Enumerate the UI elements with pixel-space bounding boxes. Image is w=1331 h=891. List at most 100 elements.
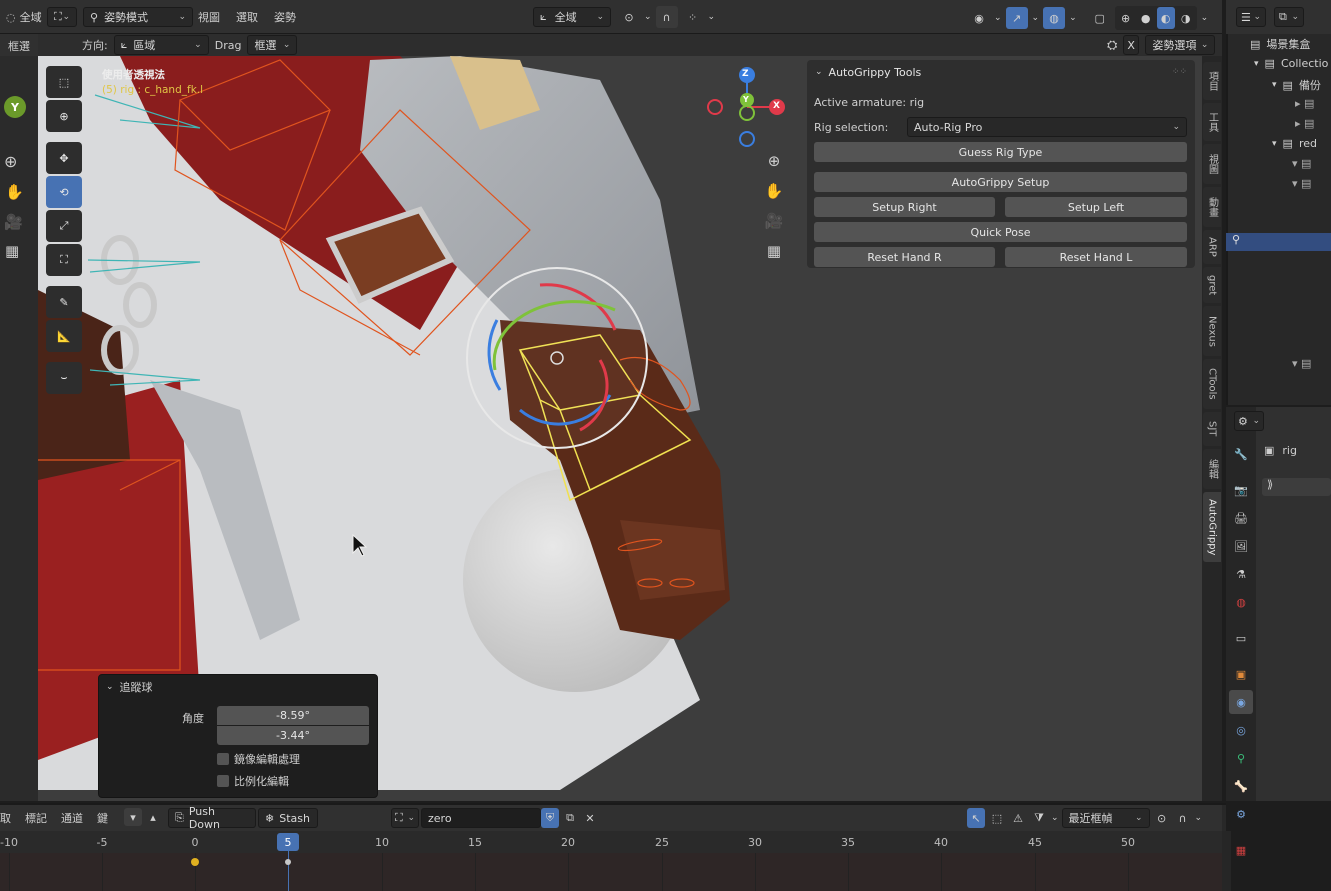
bone-properties-icon[interactable]: 🦴 xyxy=(1229,774,1253,798)
texture-properties-icon[interactable]: ▦ xyxy=(1229,838,1253,862)
solid-shading-icon[interactable]: ● xyxy=(1137,7,1155,29)
outliner-item[interactable]: ▾ ▤ Collectio xyxy=(1254,57,1328,70)
menu-view[interactable]: 視圖 xyxy=(198,9,220,25)
push-down-button[interactable]: ⎘ Push Down xyxy=(168,805,256,831)
tab-ctools[interactable]: CTools xyxy=(1203,359,1221,409)
armature-data-icon[interactable]: ⚲ xyxy=(1229,746,1253,770)
proportional-edit-icon[interactable]: ⊙ xyxy=(1153,808,1171,828)
properties-field[interactable]: ⟫ xyxy=(1262,478,1331,496)
action-browse-dropdown[interactable]: ⛶ ⌄ xyxy=(391,808,419,828)
action-name-field[interactable]: zero xyxy=(421,808,541,828)
zoom-icon[interactable]: ⊕ xyxy=(4,152,17,171)
wireframe-shading-icon[interactable]: ⊕ xyxy=(1117,7,1135,29)
output-properties-icon[interactable]: 🖨 xyxy=(1229,506,1253,530)
menu-item[interactable]: 標記 xyxy=(25,810,47,826)
mode-dropdown[interactable]: ⚲ 姿勢模式 ⌄ xyxy=(83,7,193,27)
selected-outliner-row[interactable]: ⚲ xyxy=(1226,233,1331,251)
tab-nexus[interactable]: Nexus xyxy=(1203,306,1221,356)
autogrippy-panel-header[interactable]: ⌄ AutoGrippy Tools ⁘⁘ xyxy=(807,60,1195,84)
hand-icon[interactable]: ✋ xyxy=(5,183,24,201)
menu-item[interactable]: 鍵 xyxy=(97,810,108,826)
cursor-tool-icon[interactable]: ⊕ xyxy=(46,100,82,132)
menu-item[interactable]: 通道 xyxy=(61,810,83,826)
redo-panel-header[interactable]: ⌄ 追蹤球 xyxy=(106,679,153,695)
grid-icon[interactable]: ▦ xyxy=(5,242,19,260)
proportional-editing-checkbox[interactable]: 比例化編輯 xyxy=(217,773,289,789)
gizmo-icon[interactable]: ↗ xyxy=(1005,7,1028,29)
only-errors-icon[interactable]: ⚠ xyxy=(1009,808,1027,828)
keyframe-area[interactable] xyxy=(0,853,1222,891)
outliner-item[interactable]: ▾ ▤ 備份 xyxy=(1272,77,1321,93)
proportional-checkbox-box[interactable] xyxy=(217,775,229,787)
timeline-scrollbar[interactable] xyxy=(1222,831,1231,891)
xray-icon[interactable]: ▢ xyxy=(1089,7,1111,29)
transform-orientation-dropdown[interactable]: ⟀ 全域 ⌄ xyxy=(533,7,611,27)
trackball-gizmo[interactable] xyxy=(466,267,648,449)
properties-editor-dropdown[interactable]: ⚙ ⌄ xyxy=(1234,411,1264,431)
snap-icon[interactable]: ∩ xyxy=(655,6,678,28)
quick-pose-button[interactable]: Quick Pose xyxy=(814,222,1187,242)
stash-button[interactable]: ❄ Stash xyxy=(258,808,318,828)
only-selected-icon[interactable]: ↖ xyxy=(967,808,985,828)
move-tool-icon[interactable]: ✥ xyxy=(46,142,82,174)
angle-y-field[interactable]: -3.44° xyxy=(217,726,369,745)
snap-mode-dropdown[interactable]: 最近框幀 ⌄ xyxy=(1061,808,1150,828)
pivot-icon[interactable]: ⊙ xyxy=(618,6,640,28)
setup-left-button[interactable]: Setup Left xyxy=(1005,197,1187,217)
annotate-tool-icon[interactable]: ✎ xyxy=(46,286,82,318)
chevron-up-icon[interactable]: ▴ xyxy=(144,808,162,826)
tab-sjt[interactable]: SJT xyxy=(1203,412,1221,446)
mirror-editing-checkbox[interactable]: 鏡像編輯處理 xyxy=(217,751,300,767)
rig-selection-dropdown[interactable]: Auto-Rig Pro ⌄ xyxy=(907,117,1187,137)
transform-tool-icon[interactable]: ⛶ xyxy=(46,244,82,276)
tab-autogrippy[interactable]: AutoGrippy xyxy=(1203,492,1221,562)
tab-arp[interactable]: ARP xyxy=(1203,230,1221,264)
measure-tool-icon[interactable]: 📐 xyxy=(46,320,82,352)
autogrippy-setup-button[interactable]: AutoGrippy Setup xyxy=(814,172,1187,192)
scale-tool-icon[interactable]: ⤢ xyxy=(46,210,82,242)
outliner-item[interactable]: ▾ ▤ red xyxy=(1272,137,1317,150)
fake-user-shield-icon[interactable]: ⛨ xyxy=(541,808,559,828)
modifier-properties-icon[interactable]: ◉ xyxy=(1229,690,1253,714)
viewport-camera-icon[interactable]: 🎥 xyxy=(763,210,785,232)
guess-rig-type-button[interactable]: Guess Rig Type xyxy=(814,142,1187,162)
mirror-x-toggle[interactable]: X xyxy=(1123,35,1140,55)
view-layer-properties-icon[interactable]: 🖼 xyxy=(1229,534,1253,558)
select-box-label[interactable]: 框選 xyxy=(8,38,30,54)
tab-edit[interactable]: 編輯 xyxy=(1203,449,1221,489)
keyframe-marker[interactable] xyxy=(191,858,199,866)
menu-item[interactable]: 取 xyxy=(0,810,11,826)
snap-grid-icon[interactable]: ⁘ xyxy=(682,6,704,28)
chevron-down-icon[interactable]: ▾ xyxy=(124,808,142,826)
viewport-zoom-icon[interactable]: ⊕ xyxy=(763,150,785,172)
select-box-tool-icon[interactable]: ⬚ xyxy=(46,66,82,98)
mirror-axes-icon[interactable]: ⛭ xyxy=(1107,38,1117,53)
unlink-action-icon[interactable]: ✕ xyxy=(581,808,599,828)
tab-animation[interactable]: 動畫 xyxy=(1203,187,1221,227)
global-view-button[interactable]: ◌ 全域 xyxy=(0,7,48,27)
rendered-shading-icon[interactable]: ◑ xyxy=(1177,7,1195,29)
tool-properties-icon[interactable]: 🔧 xyxy=(1229,442,1253,466)
world-properties-icon[interactable]: ◍ xyxy=(1229,590,1253,614)
menu-pose[interactable]: 姿勢 xyxy=(274,9,296,25)
keyframe-marker[interactable] xyxy=(285,859,291,865)
drag-handle-icon[interactable]: ⁘⁘ xyxy=(1172,67,1187,77)
mirror-checkbox-box[interactable] xyxy=(217,753,229,765)
reset-hand-r-button[interactable]: Reset Hand R xyxy=(814,247,995,267)
setup-right-button[interactable]: Setup Right xyxy=(814,197,995,217)
display-mode-dropdown[interactable]: ⧉ ⌄ xyxy=(1274,7,1304,27)
menu-select[interactable]: 選取 xyxy=(236,9,258,25)
reset-hand-l-button[interactable]: Reset Hand L xyxy=(1005,247,1187,267)
overlay-icon[interactable]: ◍ xyxy=(1043,7,1066,29)
pose-relax-tool-icon[interactable]: ⌣ xyxy=(46,362,82,394)
direction-dropdown[interactable]: ⟀ 區域 ⌄ xyxy=(113,35,209,55)
tab-view[interactable]: 視圖 xyxy=(1203,144,1221,184)
viewport-perspective-icon[interactable]: ▦ xyxy=(763,240,785,262)
object-properties-icon[interactable]: ▣ xyxy=(1229,662,1253,686)
viewport-pan-icon[interactable]: ✋ xyxy=(763,180,785,202)
camera-icon[interactable]: 🎥 xyxy=(4,213,23,231)
tab-item[interactable]: 項目 xyxy=(1203,62,1221,100)
angle-x-field[interactable]: -8.59° xyxy=(217,706,369,725)
duplicate-action-icon[interactable]: ⧉ xyxy=(561,808,579,828)
material-shading-icon[interactable]: ◐ xyxy=(1156,7,1175,29)
